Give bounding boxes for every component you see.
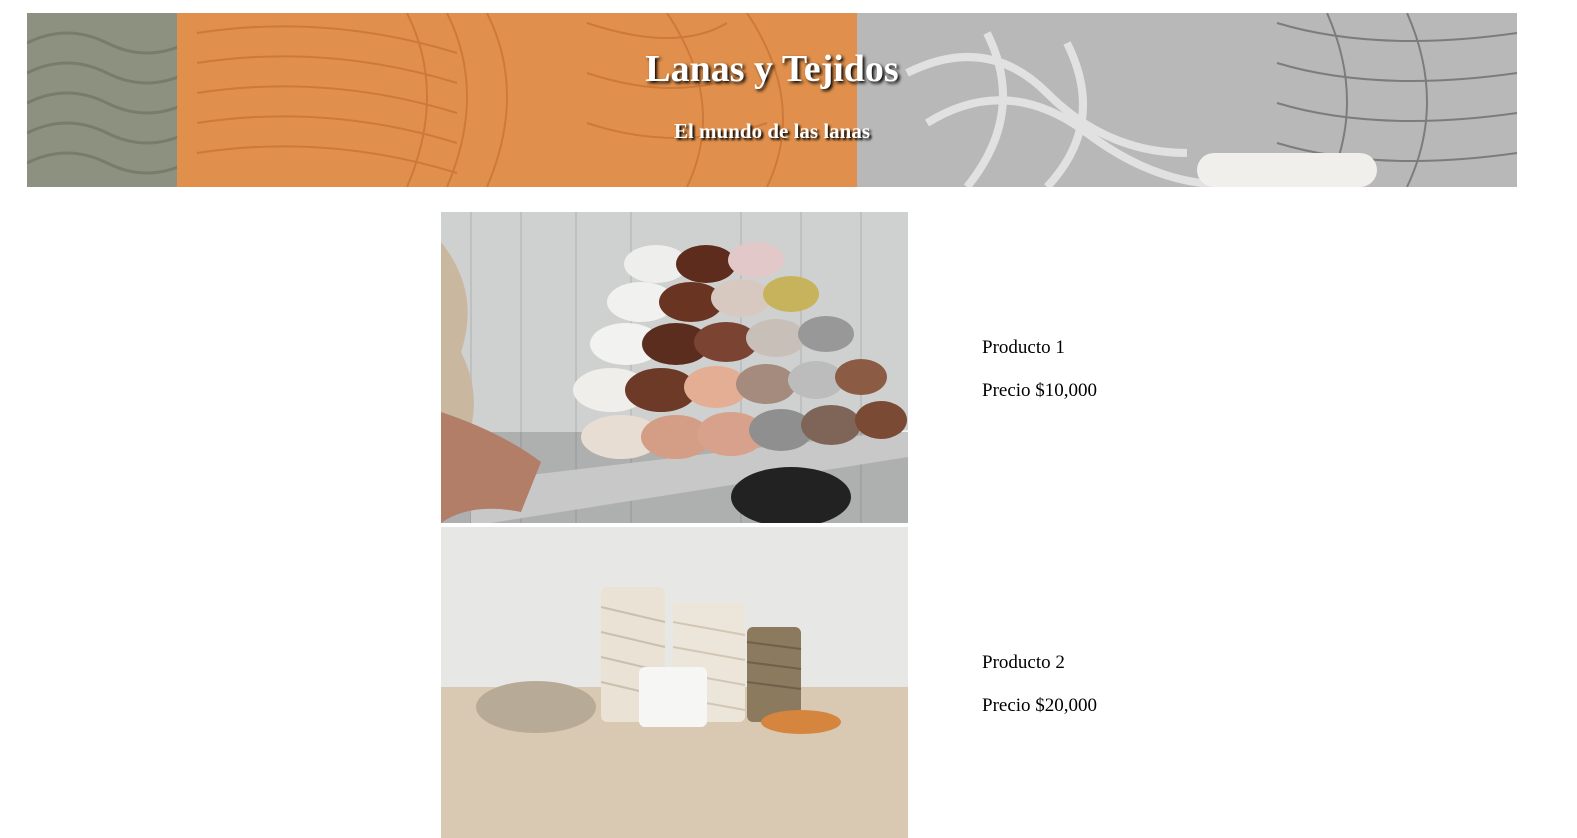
site-title: Lanas y Tejidos [645, 48, 899, 90]
product-1-image [441, 212, 908, 523]
header-banner: Lanas y Tejidos El mundo de las lanas [27, 13, 1517, 187]
product-2-name: Producto 2 [982, 652, 1065, 673]
product-1-name: Producto 1 [982, 337, 1065, 358]
site-subtitle: El mundo de las lanas [673, 119, 871, 143]
yarn-banner-image [27, 13, 1517, 187]
product-2-price: Precio $20,000 [982, 695, 1098, 716]
product-2-image [441, 527, 908, 838]
product-1-price: Precio $10,000 [982, 380, 1098, 401]
